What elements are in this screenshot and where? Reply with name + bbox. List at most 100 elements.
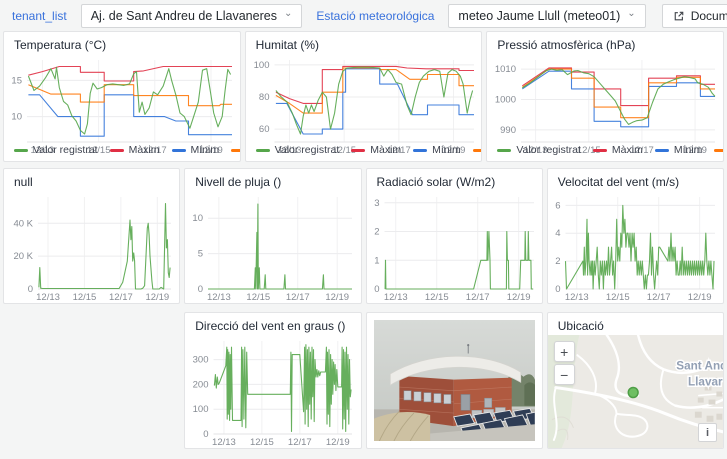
panel-velocitat: Velocitat del vent (m/s) 12/13 12/15 12/17… — [546, 168, 724, 304]
svg-text:5: 5 — [198, 249, 203, 260]
svg-text:2: 2 — [374, 227, 379, 238]
legend-item[interactable]: Màxim — [109, 144, 160, 156]
station-dropdown[interactable]: meteo Jaume Llull (meteo01) ⌄ — [448, 4, 646, 28]
legend-label: Mínim — [432, 144, 461, 156]
chart-canvas-velocitat[interactable]: 12/13 12/15 12/17 12/19 0 2 4 6 — [548, 191, 723, 303]
svg-text:300: 300 — [193, 355, 209, 366]
chart-canvas-pluja[interactable]: 12/13 12/15 12/17 12/19 0 5 10 — [185, 191, 360, 303]
legend-swatch — [413, 148, 428, 152]
svg-text:2: 2 — [555, 256, 560, 267]
svg-text:15: 15 — [11, 75, 22, 86]
svg-text:80: 80 — [259, 92, 270, 103]
legend-label: Valor registrat — [33, 144, 98, 156]
documentation-button[interactable]: Documentació de referència — [661, 4, 727, 28]
legend-item[interactable]: Valor registrat — [497, 144, 581, 156]
legend-item[interactable]: Màxim — [351, 144, 401, 156]
svg-text:12/13: 12/13 — [383, 292, 407, 303]
legend-item[interactable]: Mínim — [413, 144, 461, 156]
map-canvas[interactable]: Sant And Llavar + − i — [547, 335, 723, 448]
panel-pluja: Nivell de pluja () 12/13 12/15 12/17 12/19 0… — [184, 168, 362, 304]
chart-legend: Valor registrat Màxim Mínim Mitjana — [246, 144, 482, 161]
svg-text:12/15: 12/15 — [250, 437, 274, 448]
legend-swatch — [592, 148, 607, 152]
panel-title: Humitat (%) — [255, 38, 319, 52]
map-marker[interactable] — [627, 386, 639, 399]
svg-text:12/13: 12/13 — [212, 437, 236, 448]
svg-text:12/13: 12/13 — [36, 292, 60, 303]
chart-canvas-null[interactable]: 12/13 12/15 12/17 12/19 0 20 K 40 K — [4, 191, 179, 303]
svg-text:12/17: 12/17 — [286, 292, 310, 303]
svg-text:20 K: 20 K — [13, 251, 33, 262]
map-label-town-line2: Llavar — [688, 374, 723, 388]
svg-text:12/15: 12/15 — [247, 292, 271, 303]
svg-text:100: 100 — [253, 60, 269, 71]
legend-label: Màxim — [370, 144, 402, 156]
panel-title: Temperatura (°C) — [14, 38, 107, 52]
legend-label: Mínim — [673, 144, 703, 156]
legend-item[interactable]: Màxim — [592, 144, 643, 156]
chevron-down-icon: ⌄ — [283, 8, 293, 19]
legend-swatch — [14, 148, 28, 152]
panel-row-1: Temperatura (°C) 12/13 12/15 12/17 12/19 10 1… — [3, 31, 724, 162]
documentation-button-label: Documentació de referència — [690, 9, 727, 23]
svg-text:12/17: 12/17 — [109, 292, 133, 303]
station-variable-label: Estació meteorológica — [316, 9, 435, 23]
svg-text:10: 10 — [11, 112, 22, 123]
chart-canvas-temperatura[interactable]: 12/13 12/15 12/17 12/19 10 15 — [4, 54, 240, 156]
panel-humitat: Humitat (%) 12/13 12/15 12/17 12/19 60 80 100 … — [244, 31, 483, 162]
svg-text:12/19: 12/19 — [145, 292, 169, 303]
svg-text:12/15: 12/15 — [606, 292, 630, 303]
svg-text:12/17: 12/17 — [465, 292, 489, 303]
legend-swatch — [654, 148, 669, 152]
svg-text:10: 10 — [193, 213, 204, 224]
legend-label: Mínim — [190, 144, 220, 156]
svg-text:40 K: 40 K — [13, 218, 33, 229]
svg-text:100: 100 — [193, 404, 209, 415]
panel-station-photo — [365, 312, 543, 449]
zoom-out-button[interactable]: − — [553, 364, 575, 385]
legend-swatch — [351, 148, 366, 152]
chart-legend: Valor registrat Màxim Mínim Mitjana — [4, 144, 240, 161]
svg-text:12/13: 12/13 — [207, 292, 231, 303]
legend-item[interactable]: Mitjana — [472, 144, 482, 156]
legend-swatch — [497, 148, 512, 152]
svg-text:12/15: 12/15 — [73, 292, 97, 303]
map-zoom-controls: + − — [553, 341, 575, 385]
svg-text:12/15: 12/15 — [424, 292, 448, 303]
chart-canvas-direccio[interactable]: 12/13 12/15 12/17 12/19 0 100 200 300 — [185, 335, 360, 448]
chevron-down-icon: ⌄ — [627, 8, 636, 19]
svg-text:0: 0 — [198, 284, 203, 295]
tenant-dropdown[interactable]: Aj. de Sant Andreu de Llavaneres ⌄ — [80, 4, 303, 28]
legend-swatch — [714, 148, 724, 152]
legend-item[interactable]: Mínim — [654, 144, 703, 156]
legend-label: Màxim — [128, 144, 160, 156]
legend-item[interactable]: Mitjana — [714, 144, 724, 156]
legend-item[interactable]: Valor registrat — [255, 144, 340, 156]
panel-row-2: null 12/13 12/15 12/17 12/19 0 20 K 40 K Nivel… — [3, 168, 724, 304]
svg-text:1000: 1000 — [495, 94, 516, 105]
legend-label: Valor registrat — [274, 144, 340, 156]
panel-title: null — [14, 175, 33, 189]
chart-canvas-pressio[interactable]: 12/13 12/15 12/17 12/19 990 1000 1010 — [487, 54, 723, 156]
svg-text:12/19: 12/19 — [326, 292, 350, 303]
legend-item[interactable]: Mitjana — [231, 144, 240, 156]
svg-text:12/19: 12/19 — [687, 292, 711, 303]
tenant-variable-label: tenant_list — [12, 9, 67, 23]
legend-item[interactable]: Valor registrat — [14, 144, 98, 156]
panel-radiacio: Radiació solar (W/m2) 12/13 12/15 12/17 12/… — [365, 168, 543, 304]
legend-item[interactable]: Mínim — [171, 144, 220, 156]
zoom-in-button[interactable]: + — [553, 341, 575, 362]
map-info-button[interactable]: i — [698, 423, 717, 442]
chart-legend: Valor registrat Màxim Mínim Mitjana — [487, 144, 724, 161]
panel-ubicacio: Ubicació Sant And Llavar + − i — [546, 312, 724, 449]
chart-canvas-humitat[interactable]: 12/13 12/15 12/17 12/19 60 80 100 — [246, 54, 482, 156]
svg-text:1: 1 — [374, 255, 379, 266]
svg-text:12/13: 12/13 — [565, 292, 589, 303]
panel-direccio: Direcció del vent en graus () 12/13 12/15… — [184, 312, 362, 449]
chart-canvas-radiacio[interactable]: 12/13 12/15 12/17 12/19 0 1 2 3 — [367, 191, 542, 303]
panel-pressio: Pressió atmosfèrica (hPa) 12/13 12/15 12/1… — [486, 31, 724, 162]
panel-title: Direcció del vent en graus () — [195, 319, 346, 333]
svg-text:12/19: 12/19 — [506, 292, 530, 303]
dashboard-header: tenant_list Aj. de Sant Andreu de Llavan… — [0, 0, 727, 30]
svg-text:12/17: 12/17 — [647, 292, 671, 303]
